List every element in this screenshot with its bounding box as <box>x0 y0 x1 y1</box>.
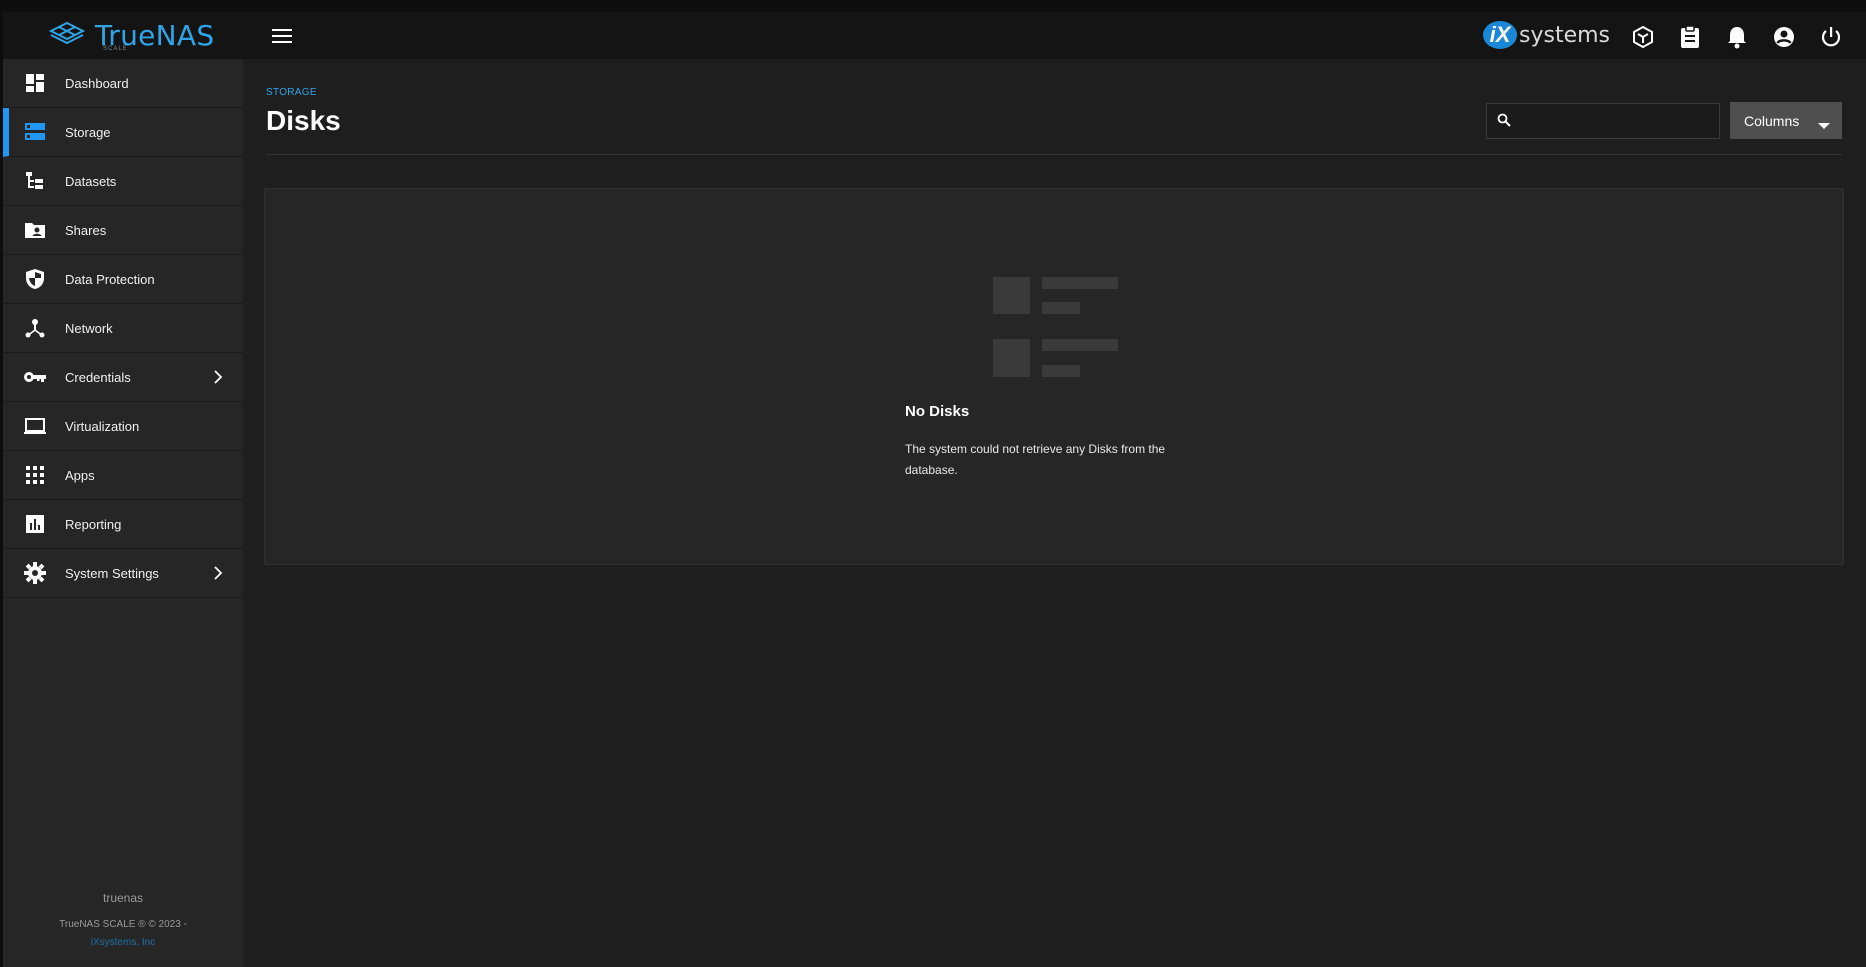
sidebar-item-label: Storage <box>65 124 111 140</box>
columns-button-label: Columns <box>1744 112 1800 129</box>
empty-state-card: No Disks The system could not retrieve a… <box>264 188 1844 565</box>
power-icon[interactable] <box>1818 24 1844 50</box>
columns-button[interactable]: Columns <box>1730 102 1842 139</box>
chevron-right-icon <box>213 369 223 390</box>
sidebar-item-shares[interactable]: Shares <box>3 206 243 255</box>
top-icon-bar <box>1630 24 1844 50</box>
key-icon <box>23 365 47 389</box>
sidebar-item-network[interactable]: Network <box>3 304 243 353</box>
storage-icon <box>23 120 47 144</box>
laptop-icon <box>23 414 47 438</box>
empty-list-icon <box>993 277 1118 384</box>
truenas-logo-icon <box>48 21 86 45</box>
sidebar: Dashboard Storage Datasets Shares Data P… <box>0 59 243 967</box>
datasets-icon <box>23 169 47 193</box>
caret-down-icon <box>1818 117 1830 133</box>
menu-toggle-button[interactable] <box>269 25 295 47</box>
hamburger-menu-icon <box>272 29 292 43</box>
sidebar-item-dashboard[interactable]: Dashboard <box>3 59 243 108</box>
ix-systems-text: systems <box>1519 22 1610 48</box>
header-divider <box>266 154 1842 155</box>
ix-badge: iX <box>1483 21 1517 49</box>
sidebar-item-label: Dashboard <box>65 75 129 91</box>
search-field[interactable] <box>1486 103 1720 139</box>
network-icon <box>23 316 47 340</box>
sidebar-item-system-settings[interactable]: System Settings <box>3 549 243 598</box>
page-title: Disks <box>266 105 341 136</box>
sidebar-item-apps[interactable]: Apps <box>3 451 243 500</box>
company-link[interactable]: iXsystems, Inc <box>3 937 243 948</box>
gear-icon <box>23 561 47 585</box>
dashboard-icon <box>23 71 47 95</box>
sidebar-item-label: Datasets <box>65 173 117 189</box>
sidebar-item-storage[interactable]: Storage <box>3 108 243 157</box>
sidebar-item-data-protection[interactable]: Data Protection <box>3 255 243 304</box>
search-input[interactable] <box>1519 106 1714 136</box>
logo-subtitle: SCALE <box>103 46 128 52</box>
empty-state-title: No Disks <box>905 403 970 420</box>
shares-icon <box>23 218 47 242</box>
sidebar-item-datasets[interactable]: Datasets <box>3 157 243 206</box>
search-icon <box>1497 113 1511 132</box>
empty-state-message: The system could not retrieve any Disks … <box>905 442 1166 477</box>
truenas-logo[interactable]: TrueNAS <box>47 18 214 52</box>
top-bar: TrueNAS SCALE iX systems <box>0 0 1866 59</box>
clipboard-icon[interactable] <box>1677 24 1703 50</box>
chevron-right-icon <box>213 565 223 586</box>
sidebar-item-label: System Settings <box>65 565 159 581</box>
sidebar-item-label: Shares <box>65 222 107 238</box>
account-icon[interactable] <box>1771 24 1797 50</box>
sidebar-item-label: Reporting <box>65 516 122 532</box>
sidebar-item-label: Data Protection <box>65 271 155 287</box>
truecommand-icon[interactable] <box>1630 24 1656 50</box>
ixsystems-logo[interactable]: iX systems <box>1483 20 1610 50</box>
sidebar-item-label: Network <box>65 320 113 336</box>
sidebar-item-label: Credentials <box>65 369 131 385</box>
main-content: STORAGE Disks Columns No Disks The syste… <box>243 59 1866 967</box>
sidebar-item-virtualization[interactable]: Virtualization <box>3 402 243 451</box>
apps-grid-icon <box>23 463 47 487</box>
sidebar-item-label: Apps <box>65 467 95 483</box>
reporting-icon <box>23 512 47 536</box>
copyright-text: TrueNAS SCALE ® © 2023 - <box>59 919 187 930</box>
sidebar-item-credentials[interactable]: Credentials <box>3 353 243 402</box>
bell-icon[interactable] <box>1724 24 1750 50</box>
shield-icon <box>23 267 47 291</box>
sidebar-item-reporting[interactable]: Reporting <box>3 500 243 549</box>
hostname: truenas <box>102 891 144 905</box>
breadcrumb[interactable]: STORAGE <box>266 87 317 98</box>
sidebar-item-label: Virtualization <box>65 418 140 434</box>
